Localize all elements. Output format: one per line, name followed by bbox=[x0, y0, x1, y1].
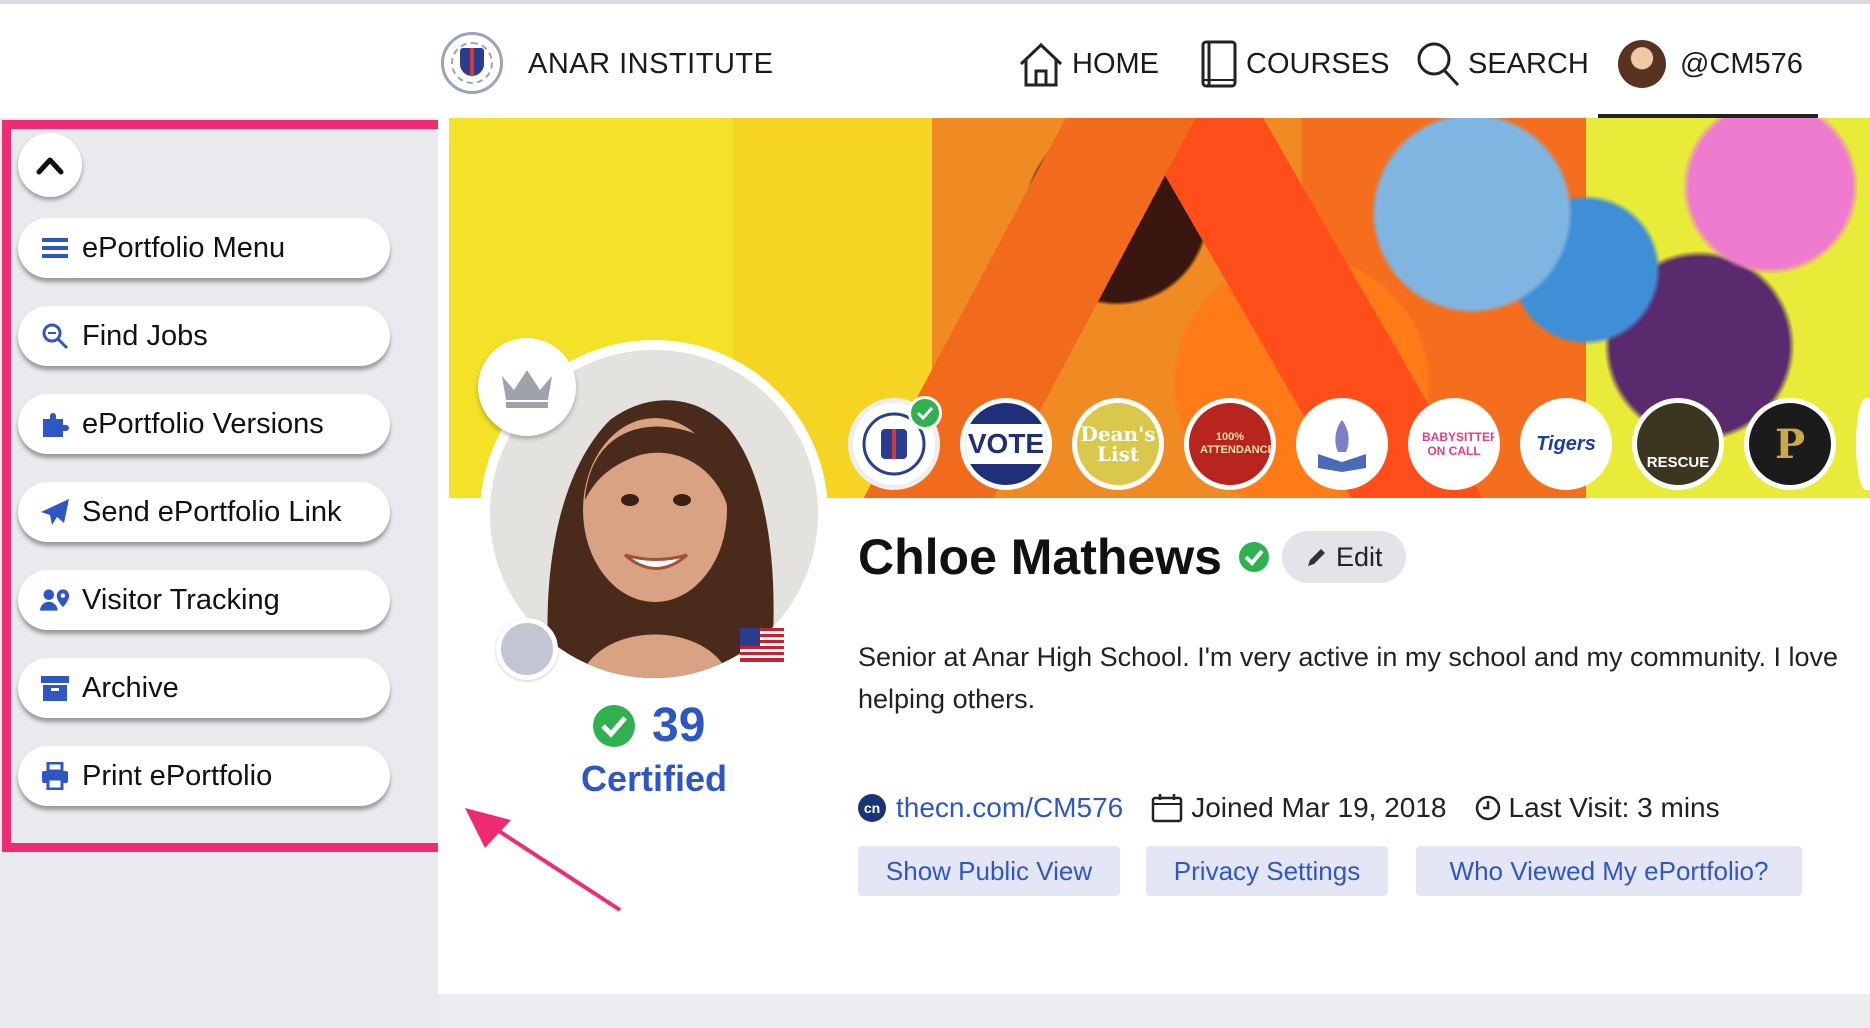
badge-purdue-label: P bbox=[1774, 420, 1806, 468]
show-public-view-button[interactable]: Show Public View bbox=[858, 846, 1120, 896]
badge-tigers-label: Tigers bbox=[1536, 432, 1596, 455]
brand-name[interactable]: ANAR INSTITUTE bbox=[528, 48, 773, 81]
pencil-icon bbox=[1307, 549, 1325, 566]
profile-meta-row: cn thecn.com/CM576 Joined Mar 19, 2018 L… bbox=[858, 788, 1720, 828]
badge-partial[interactable] bbox=[1856, 398, 1870, 490]
search-icon bbox=[1417, 42, 1460, 87]
annotation-arrow bbox=[465, 808, 622, 912]
nav-home[interactable]: HOME bbox=[1016, 36, 1159, 92]
badge-babysitter-label: BABYSITTER ON CALL bbox=[1422, 430, 1499, 458]
badge-vote-label: VOTE bbox=[965, 424, 1047, 464]
privacy-settings-button[interactable]: Privacy Settings bbox=[1146, 846, 1388, 896]
crown-badge[interactable] bbox=[478, 338, 576, 436]
cn-logo-icon: cn bbox=[858, 794, 886, 822]
nav-home-label: HOME bbox=[1072, 47, 1159, 80]
badge-purdue[interactable]: P bbox=[1744, 398, 1836, 490]
badge-attendance[interactable]: 100% ATTENDANCE bbox=[1184, 398, 1276, 490]
profile-name: Chloe Mathews bbox=[858, 529, 1222, 585]
rocket-book-icon bbox=[1318, 420, 1366, 472]
edit-label: Edit bbox=[1335, 541, 1383, 572]
institute-logo[interactable] bbox=[441, 32, 503, 94]
certified-label: Certified bbox=[580, 758, 728, 799]
nav-search-label: SEARCH bbox=[1468, 47, 1589, 80]
badge-vote[interactable]: VOTE bbox=[960, 398, 1052, 490]
crown-icon bbox=[502, 370, 552, 408]
sidebar-highlight-box bbox=[2, 120, 448, 852]
joined-date: Joined Mar 19, 2018 bbox=[1191, 792, 1447, 823]
last-visit: Last Visit: 3 mins bbox=[1508, 792, 1720, 823]
certified-count: 39 bbox=[652, 699, 706, 752]
profile-url-link[interactable]: thecn.com/CM576 bbox=[896, 792, 1123, 824]
badge-tigers[interactable]: Tigers bbox=[1520, 398, 1612, 490]
edit-profile-button[interactable]: Edit bbox=[1281, 531, 1407, 583]
badge-rescue[interactable]: RESCUE bbox=[1632, 398, 1724, 490]
badge-deans-line1: Dean's bbox=[1080, 422, 1156, 446]
user-avatar bbox=[1618, 40, 1666, 88]
badge-deans-line2: List bbox=[1096, 442, 1140, 466]
nav-user-label: @CM576 bbox=[1680, 47, 1803, 80]
clock-icon bbox=[1475, 795, 1500, 821]
us-flag-icon bbox=[740, 628, 784, 662]
nav-search[interactable]: SEARCH bbox=[1414, 36, 1589, 92]
home-icon bbox=[1019, 42, 1063, 87]
certified-count-row: 39 bbox=[592, 698, 705, 753]
book-icon bbox=[1201, 40, 1237, 88]
profile-bio: Senior at Anar High School. I'm very act… bbox=[858, 642, 1839, 714]
certified-check-icon bbox=[593, 704, 635, 747]
nav-courses-label: COURSES bbox=[1246, 47, 1390, 80]
nav-courses[interactable]: COURSES bbox=[1198, 36, 1389, 92]
top-navbar: ANAR INSTITUTE HOME COURSES SEARCH @CM57… bbox=[0, 4, 1870, 120]
badge-deans-list[interactable]: Dean's List bbox=[1072, 398, 1164, 490]
badge-verified-check-icon bbox=[908, 396, 942, 430]
verified-check-icon bbox=[1238, 542, 1269, 572]
badge-attendance-label: 100% ATTENDANCE bbox=[1200, 431, 1275, 456]
nav-user-profile[interactable]: @CM576 bbox=[1618, 36, 1803, 92]
who-viewed-button[interactable]: Who Viewed My ePortfolio? bbox=[1416, 846, 1802, 896]
calendar-icon bbox=[1151, 794, 1183, 823]
badge-rocket-book[interactable] bbox=[1296, 398, 1388, 490]
profile-name-row: Chloe Mathews Edit bbox=[858, 528, 1407, 586]
badge-babysitter[interactable]: BABYSITTER ON CALL bbox=[1408, 398, 1500, 490]
online-status-indicator bbox=[496, 618, 558, 680]
badge-rescue-label: RESCUE bbox=[1646, 454, 1710, 471]
